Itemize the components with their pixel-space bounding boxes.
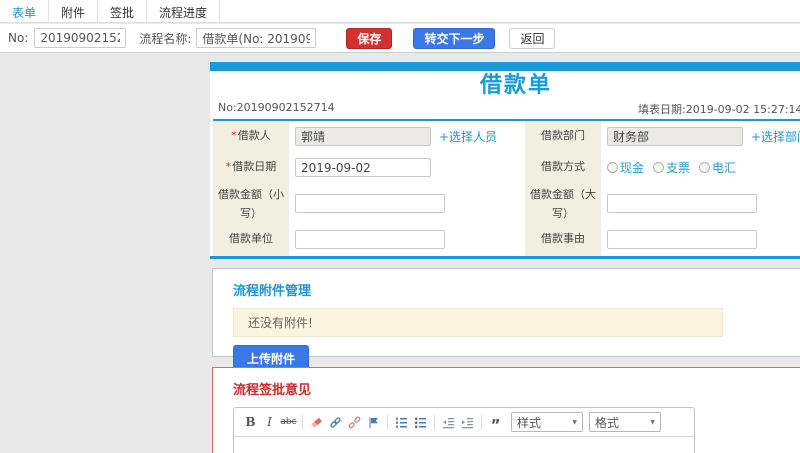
borrow-date-input[interactable] [295,158,431,177]
amount-upper-label: 借款金额（大写） [525,184,601,223]
tab-approvals[interactable]: 签批 [98,0,148,22]
amount-lower-input[interactable] [295,194,445,213]
remove-format-button[interactable] [308,414,325,431]
unlink-button[interactable] [346,414,363,431]
borrow-unit-input[interactable] [295,230,445,249]
no-attachments-message: 还没有附件! [233,308,723,337]
tab-progress[interactable]: 流程进度 [147,0,221,22]
form-title: 借款单 [479,73,552,98]
form-no-text: No:20190902152714 [218,101,335,114]
editor-toolbar: B I abc ” 样式 ▼ 格式 ▼ [234,408,694,437]
department-input[interactable] [607,126,743,146]
borrow-unit-cell [289,223,507,256]
borrower-label: * 借款人 [213,121,289,151]
borrower-cell: +选择人员 [289,121,507,151]
toolbar-separator [387,414,388,430]
rich-text-editor: B I abc ” 样式 ▼ 格式 ▼ [233,407,695,453]
flag-icon [369,417,378,428]
unordered-list-icon [414,417,426,428]
grid-gap [507,223,525,256]
approval-title: 流程签批意见 [233,383,312,398]
toolbar-separator [481,414,482,430]
grid-gap [507,121,525,151]
borrow-unit-label: 借款单位 [213,223,289,256]
amount-upper-input[interactable] [607,194,757,213]
tab-attachments[interactable]: 附件 [49,0,99,22]
required-mark: * [231,128,237,142]
link-icon [330,416,341,428]
chevron-down-icon: ▼ [650,418,655,426]
outdent-button[interactable] [440,414,457,431]
borrow-reason-label: 借款事由 [525,223,601,256]
back-button[interactable]: 返回 [509,27,556,49]
ordered-list-icon [396,416,407,428]
eraser-icon [311,417,322,427]
unlink-icon [348,416,361,428]
radio-icon [653,162,665,173]
panel-bottom-accent-bar [210,256,800,259]
form-grid: *借款人 +选择人员 借款部门 +选择部门 *借款日期 借款方式 [213,121,800,256]
choose-department-link[interactable]: +选择部门 [751,128,800,145]
borrow-date-cell [289,151,507,184]
unordered-list-button[interactable] [412,414,429,431]
form-meta-row: No:20190902152714 填表日期:2019-09-02 15:27:… [210,101,800,119]
borrow-reason-cell [601,223,800,256]
anchor-button[interactable] [365,414,382,431]
flow-name-label: 流程名称: [139,31,192,46]
department-cell: +选择部门 [601,121,800,151]
chevron-down-icon: ▼ [572,418,577,426]
blockquote-button[interactable]: ” [487,414,504,433]
toolbar-separator [302,414,303,430]
borrower-input[interactable] [295,126,431,146]
radio-cheque[interactable]: 支票 [653,159,690,176]
required-mark: * [225,160,232,174]
outdent-icon [443,417,454,428]
form-date-text: 填表日期:2019-09-02 15:27:14 [638,103,800,116]
strikethrough-button[interactable]: abc [280,414,297,431]
grid-gap [507,184,525,223]
radio-cash[interactable]: 现金 [607,159,644,176]
loan-form-panel: 借款单 No:20190902152714 填表日期:2019-09-02 15… [210,62,800,259]
radio-icon [699,162,711,173]
bold-button[interactable]: B [242,414,259,431]
save-button[interactable]: 保存 [346,27,393,49]
toolbar-separator [434,414,435,430]
borrow-date-label: * 借款日期 [213,151,289,184]
link-button[interactable] [327,414,344,431]
no-input[interactable] [34,28,127,48]
format-dropdown[interactable]: 格式 ▼ [589,412,661,432]
amount-upper-cell [601,184,800,223]
attachments-section: 流程附件管理 还没有附件! 上传附件 [212,268,800,372]
grid-gap [507,151,525,184]
radio-wire[interactable]: 电汇 [699,159,736,176]
editor-content[interactable] [234,437,694,453]
forward-next-step-button[interactable]: 转交下一步 [413,27,496,49]
borrow-method-cell: 现金 支票 电汇 [601,151,800,184]
amount-lower-label: 借款金额（小写） [213,184,289,223]
no-label: No: [8,31,29,45]
department-label: 借款部门 [525,121,601,151]
tab-form[interactable]: 表单 [0,0,50,22]
panel-accent-bar [210,62,800,71]
indent-button[interactable] [459,414,476,431]
radio-icon [607,162,618,173]
tab-bar: 表单 附件 签批 流程进度 [0,0,800,23]
command-bar: No: 流程名称: 保存 转交下一步 返回 [0,24,800,53]
indent-icon [462,417,473,428]
italic-button[interactable]: I [261,414,278,431]
borrow-reason-input[interactable] [607,230,757,249]
flow-name-input[interactable] [196,28,317,48]
loan-form-screen: 表单 附件 签批 流程进度 No: 流程名称: 保存 转交下一步 返回 借款单 … [0,0,800,453]
amount-lower-cell [289,184,507,223]
borrow-method-radio-group: 现金 支票 电汇 [607,159,736,176]
style-dropdown[interactable]: 样式 ▼ [511,412,583,432]
choose-person-link[interactable]: +选择人员 [439,128,497,145]
borrow-method-label: 借款方式 [525,151,601,184]
attachments-title: 流程附件管理 [233,284,312,299]
approval-section: 流程签批意见 B I abc ” 样式 ▼ 格式 ▼ [212,367,800,453]
ordered-list-button[interactable] [393,414,410,431]
